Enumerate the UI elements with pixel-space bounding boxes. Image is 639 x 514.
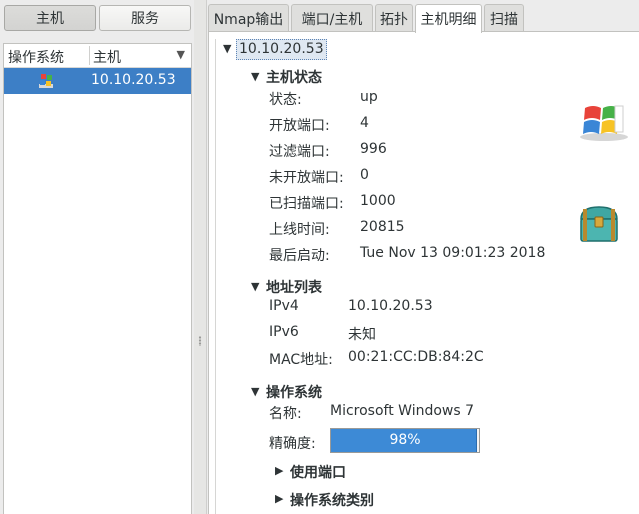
windows-logo-icon [580, 105, 628, 141]
os-name-value: Microsoft Windows 7 [330, 403, 475, 419]
host-pane: 主机 服务 操作系统 主机 ▼ 10.10.20.53 [0, 0, 194, 514]
last-boot-label: 最后启动: [269, 248, 330, 264]
host-ip: 10.10.20.53 [91, 72, 176, 88]
splitter-grip-icon[interactable] [198, 336, 202, 346]
column-header-os[interactable]: 操作系统 [8, 47, 64, 67]
services-button[interactable]: 服务 [99, 5, 191, 31]
tab-scans[interactable]: 扫描 [484, 4, 524, 32]
windows-os-icon [39, 74, 53, 88]
accuracy-progress-bar: 98% [330, 428, 480, 453]
section-host-status[interactable]: 主机状态 [266, 67, 322, 87]
host-details-panel: ▼ 10.10.20.53 ▼ 主机状态 状态: up 开放端口: 4 过滤端口… [208, 31, 639, 514]
os-name-label: 名称: [269, 406, 302, 422]
host-list-header: 操作系统 主机 ▼ [4, 44, 191, 68]
section-os[interactable]: 操作系统 [266, 382, 322, 402]
expander-os-class-icon[interactable]: ▶ [275, 492, 283, 505]
filtered-ports-label: 过滤端口: [269, 144, 330, 160]
ipv6-value: 未知 [348, 327, 376, 343]
closed-ports-value: 0 [360, 167, 369, 183]
tab-topology[interactable]: 拓扑 [375, 4, 413, 32]
tab-ports-hosts[interactable]: 端口/主机 [291, 4, 373, 32]
pane-splitter[interactable] [194, 0, 207, 514]
accuracy-label: 精确度: [269, 436, 316, 452]
status-value: up [360, 89, 378, 105]
tab-host-details[interactable]: 主机明细 [415, 4, 482, 33]
expander-addresses-icon[interactable]: ▼ [251, 280, 259, 293]
status-label: 状态: [269, 92, 302, 108]
expander-status-icon[interactable]: ▼ [251, 70, 259, 83]
ipv4-value: 10.10.20.53 [348, 298, 433, 314]
scanned-ports-label: 已扫描端口: [269, 196, 344, 212]
accuracy-value: 98% [389, 432, 421, 448]
section-ports-used[interactable]: 使用端口 [290, 462, 346, 482]
filtered-ports-value: 996 [360, 141, 387, 157]
mac-label: MAC地址: [269, 352, 333, 368]
host-node[interactable]: 10.10.20.53 [236, 39, 327, 60]
mac-value: 00:21:CC:DB:84:2C [348, 349, 484, 365]
section-os-class[interactable]: 操作系统类别 [290, 490, 374, 510]
host-list: 操作系统 主机 ▼ 10.10.20.53 [3, 43, 192, 514]
ipv6-label: IPv6 [269, 324, 299, 340]
open-ports-label: 开放端口: [269, 118, 330, 134]
ipv4-label: IPv4 [269, 298, 299, 314]
uptime-value: 20815 [360, 219, 405, 235]
column-header-host[interactable]: 主机 [93, 47, 121, 67]
uptime-label: 上线时间: [269, 222, 330, 238]
section-addresses[interactable]: 地址列表 [266, 277, 322, 297]
sort-arrow-icon[interactable]: ▼ [177, 48, 185, 61]
expander-ports-used-icon[interactable]: ▶ [275, 464, 283, 477]
hosts-button[interactable]: 主机 [4, 5, 96, 31]
host-row[interactable]: 10.10.20.53 [4, 68, 191, 94]
scanned-ports-value: 1000 [360, 193, 396, 209]
open-ports-value: 4 [360, 115, 369, 131]
closed-ports-label: 未开放端口: [269, 170, 344, 186]
expander-host-icon[interactable]: ▼ [223, 42, 231, 55]
last-boot-value: Tue Nov 13 09:01:23 2018 [360, 245, 546, 261]
tab-nmap-output[interactable]: Nmap输出 [208, 4, 289, 32]
column-divider[interactable] [89, 46, 90, 65]
treasure-chest-icon [580, 206, 618, 242]
expander-os-icon[interactable]: ▼ [251, 385, 259, 398]
